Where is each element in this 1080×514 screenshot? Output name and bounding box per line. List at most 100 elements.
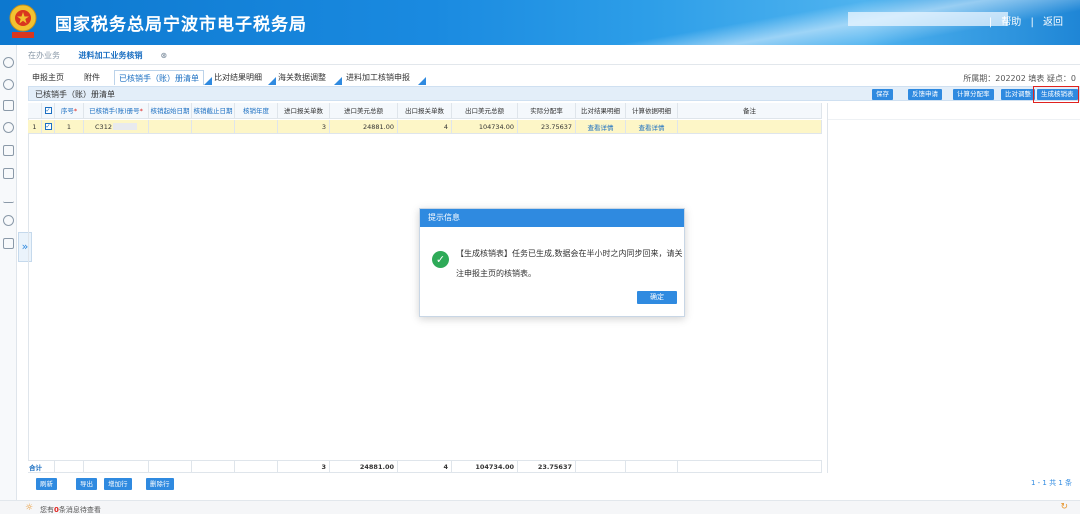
total-import-usd: 24881.00: [330, 460, 398, 473]
row-number-header: [28, 103, 42, 119]
message-icon[interactable]: [3, 238, 14, 249]
header-rate[interactable]: 实际分配率: [518, 103, 576, 119]
tab-label: 进料加工业务核销: [78, 51, 143, 60]
total-export-count: 4: [398, 460, 452, 473]
button-highlight-box: [1033, 86, 1079, 103]
view-calc-details-link[interactable]: 查看详情: [626, 120, 678, 134]
header-seq[interactable]: 序号 *: [55, 103, 84, 119]
ok-button[interactable]: 确定: [637, 291, 677, 304]
total-row: 合计 3 24881.00 4 104734.00 23.75637: [28, 460, 828, 473]
header-note[interactable]: 备注: [678, 103, 822, 119]
header-start-date[interactable]: 核销起始日期: [149, 103, 192, 119]
row-number: 1: [28, 120, 42, 134]
tab-processing-trade[interactable]: 进料加工业务核销 ⊗: [79, 51, 184, 60]
refresh-button[interactable]: 刷新: [36, 478, 57, 490]
help-link[interactable]: 帮助: [1001, 17, 1021, 28]
info-dialog: 提示信息 ✓ 【生成核销表】任务已生成,数据会在半小时之内同步回来，请关注申报主…: [419, 208, 685, 317]
pagination-info: 1 - 1 共 1 条: [1030, 479, 1072, 487]
panel-title: 已核销手（账）册清单: [35, 90, 115, 99]
select-all-checkbox[interactable]: ✓: [42, 103, 55, 119]
grid-header-row: ✓ 序号 * 已核销手(账)册号 * 核销起始日期 核销截止日期 核销年度 进口报关…: [28, 103, 828, 119]
view-compare-details-link[interactable]: 查看详情: [576, 120, 626, 134]
header-import-usd[interactable]: 进口美元总额: [330, 103, 398, 119]
subtab-comparison-details[interactable]: 比对结果明细: [214, 70, 262, 85]
back-link[interactable]: 返回: [1043, 17, 1063, 28]
cell-import-usd[interactable]: 24881.00: [330, 120, 398, 134]
total-empty: [192, 460, 235, 473]
cell-year[interactable]: [235, 120, 278, 134]
site-title: 国家税务总局宁波市电子税务局: [55, 15, 307, 35]
tab-corner-marker: [204, 77, 212, 85]
page-tabs: 在办业务 进料加工业务核销 ⊗: [28, 50, 199, 64]
delete-row-button[interactable]: 删除行: [146, 478, 174, 490]
shield-icon[interactable]: [3, 79, 14, 90]
left-nav-rail: [0, 45, 17, 514]
cell-start-date[interactable]: [149, 120, 192, 134]
search-money-icon[interactable]: [3, 122, 14, 133]
calculator-icon[interactable]: [3, 168, 14, 179]
bell-icon[interactable]: ☼: [25, 503, 33, 513]
clipboard-icon[interactable]: [3, 100, 14, 111]
cell-import-count[interactable]: 3: [278, 120, 330, 134]
header-calc-details[interactable]: 计算依据明细: [626, 103, 678, 119]
header-import-count[interactable]: 进口报关单数: [278, 103, 330, 119]
header-year[interactable]: 核销年度: [235, 103, 278, 119]
total-empty: [678, 460, 822, 473]
search-icon[interactable]: [3, 215, 14, 226]
tab-corner-marker: [418, 77, 426, 85]
cell-rate[interactable]: 23.75637: [518, 120, 576, 134]
settings-icon[interactable]: [3, 57, 14, 68]
header-compare-details[interactable]: 比对结果明细: [576, 103, 626, 119]
calc-allocation-button[interactable]: 计算分配率: [953, 89, 994, 100]
dialog-title: 提示信息: [420, 209, 684, 227]
tab-in-progress[interactable]: 在办业务: [28, 51, 60, 60]
grid-right-area: [828, 119, 1080, 120]
cell-seq[interactable]: 1: [55, 120, 84, 134]
header-end-date[interactable]: 核销截止日期: [192, 103, 235, 119]
chart-icon[interactable]: [3, 192, 14, 203]
panel-header: 已核销手（账）册清单 保存 反馈申请 计算分配率 比对调整 生成核销表: [28, 86, 1080, 101]
cell-export-count[interactable]: 4: [398, 120, 452, 134]
subtab-customs-adjustment[interactable]: 海关数据调整: [278, 70, 326, 85]
table-row[interactable]: 1 ✓ 1 C312 3 24881.00 4 104734.00 23.756…: [28, 120, 828, 134]
total-import-count: 3: [278, 460, 330, 473]
header-export-usd[interactable]: 出口美元总额: [452, 103, 518, 119]
subtab-declaration-home[interactable]: 申报主页: [32, 70, 64, 85]
total-export-usd: 104734.00: [452, 460, 518, 473]
success-check-icon: ✓: [432, 251, 449, 268]
header-book-no[interactable]: 已核销手(账)册号 *: [84, 103, 149, 119]
compare-adjust-button[interactable]: 比对调整: [1001, 89, 1035, 100]
header-links: | 帮助 | 返回: [986, 13, 1066, 28]
site-header: 国家税务总局宁波市电子税务局 | 帮助 | 返回: [0, 0, 1080, 45]
total-empty: [235, 460, 278, 473]
export-button[interactable]: 导出: [76, 478, 97, 490]
save-button[interactable]: 保存: [872, 89, 893, 100]
briefcase-icon[interactable]: [3, 145, 14, 156]
header-separator: |: [1030, 17, 1034, 28]
subtab-verification-declaration[interactable]: 进料加工核销申报: [346, 70, 410, 85]
tab-corner-marker: [268, 77, 276, 85]
add-row-button[interactable]: 增加行: [104, 478, 132, 490]
feedback-request-button[interactable]: 反馈申请: [908, 89, 942, 100]
subtab-attachments[interactable]: 附件: [84, 70, 100, 85]
total-empty: [626, 460, 678, 473]
redacted-block: [112, 123, 137, 130]
refresh-icon[interactable]: ↻: [1060, 502, 1068, 512]
tax-bureau-emblem-icon: [9, 4, 37, 38]
dialog-message: 【生成核销表】任务已生成,数据会在半小时之内同步回来，请关注申报主页的核销表。: [456, 249, 683, 278]
cell-book-no[interactable]: C312: [84, 120, 149, 134]
row-checkbox[interactable]: ✓: [42, 120, 55, 134]
total-empty: [149, 460, 192, 473]
status-bar: ☼ 您有0条消息待查看 ↻: [0, 500, 1080, 514]
cell-end-date[interactable]: [192, 120, 235, 134]
header-separator: |: [988, 17, 993, 28]
total-empty: [84, 460, 149, 473]
subtab-verified-books[interactable]: 已核销手（账）册清单: [114, 70, 204, 85]
close-circle-icon[interactable]: ⊗: [161, 51, 168, 60]
header-export-count[interactable]: 出口报关单数: [398, 103, 452, 119]
cell-note[interactable]: [678, 120, 822, 134]
cell-export-usd[interactable]: 104734.00: [452, 120, 518, 134]
tabs-divider: [28, 64, 1080, 65]
message-status[interactable]: 您有0条消息待查看: [40, 505, 101, 514]
total-label: 合计: [28, 460, 55, 473]
